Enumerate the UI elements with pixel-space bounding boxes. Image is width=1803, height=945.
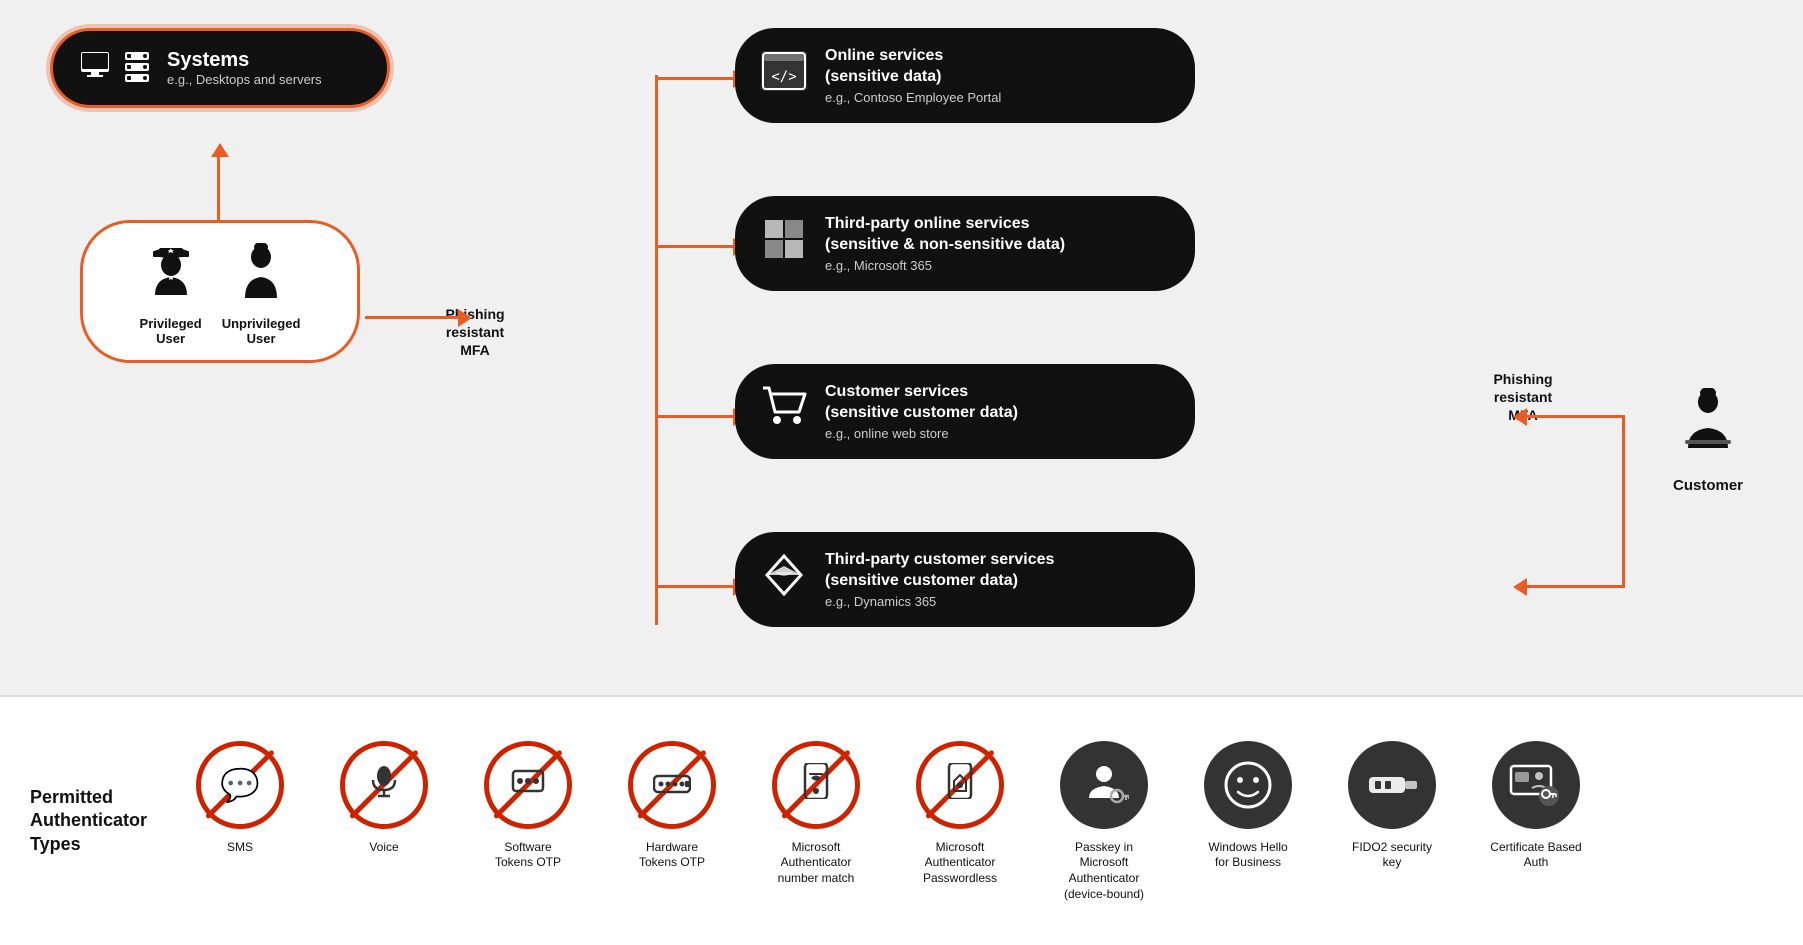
arrow-right-main: [365, 316, 460, 319]
phishing-label-left: PhishingresistantMFA: [420, 305, 530, 360]
cust-h-arrow-1: [1525, 415, 1625, 418]
ms-pass-label: MicrosoftAuthenticatorPasswordless: [923, 840, 997, 887]
main-container: Systems e.g., Desktops and servers: [0, 0, 1803, 945]
h-arrow-service-4: [655, 585, 735, 588]
service-icon-2: [759, 216, 809, 270]
systems-box: Systems e.g., Desktops and servers: [50, 28, 390, 108]
cba-label: Certificate BasedAuth: [1490, 840, 1581, 871]
users-box: PrivilegedUser: [80, 220, 360, 363]
unprivileged-user-label: UnprivilegedUser: [222, 316, 301, 346]
auth-item-passkey: Passkey inMicrosoftAuthenticator(device-…: [1044, 740, 1164, 902]
whfb-label: Windows Hellofor Business: [1208, 840, 1287, 871]
service-title-1: Online services(sensitive data): [825, 46, 1001, 88]
soft-otp-label: SoftwareTokens OTP: [495, 840, 561, 871]
auth-icon-ms-pass: [915, 740, 1005, 830]
h-arrow-service-1: [655, 77, 735, 80]
sms-label: SMS: [227, 840, 253, 856]
ms-num-label: MicrosoftAuthenticatornumber match: [778, 840, 855, 887]
privileged-user-item: PrivilegedUser: [140, 243, 202, 346]
not-allowed-sms: 💬: [196, 741, 284, 829]
auth-items: 💬 SMS: [180, 740, 1773, 902]
users-row: PrivilegedUser: [140, 243, 301, 346]
cust-h-arrow-2: [1525, 585, 1625, 588]
service-subtitle-4: e.g., Dynamics 365: [825, 594, 1054, 609]
not-allowed-soft-otp: [484, 741, 572, 829]
vert-right-connector: [1622, 415, 1625, 588]
auth-icon-whfb: [1203, 740, 1293, 830]
not-allowed-hard-otp: [628, 741, 716, 829]
bottom-section: PermittedAuthenticatorTypes 💬 SMS: [0, 695, 1803, 945]
service-icon-3: [759, 384, 809, 438]
arrow-up: [217, 155, 220, 220]
auth-item-sms: 💬 SMS: [180, 740, 300, 856]
service-box-2: Third-party online services(sensitive & …: [735, 196, 1195, 291]
not-allowed-ms-pass: [916, 741, 1004, 829]
ms-pass-icon: [943, 763, 977, 807]
service-subtitle-1: e.g., Contoso Employee Portal: [825, 90, 1001, 105]
auth-item-voice: Voice: [324, 740, 444, 856]
service-text-2: Third-party online services(sensitive & …: [825, 214, 1065, 273]
customer-box: Customer: [1673, 388, 1743, 494]
service-text-1: Online services(sensitive data) e.g., Co…: [825, 46, 1001, 105]
auth-item-fido2: FIDO2 securitykey: [1332, 740, 1452, 871]
allowed-passkey: [1060, 741, 1148, 829]
ms-num-icon: [799, 763, 833, 807]
service-text-4: Third-party customer services(sensitive …: [825, 550, 1054, 609]
service-subtitle-3: e.g., online web store: [825, 426, 1018, 441]
service-subtitle-2: e.g., Microsoft 365: [825, 258, 1065, 273]
service-text-3: Customer services(sensitive customer dat…: [825, 382, 1018, 441]
privileged-user-label: PrivilegedUser: [140, 316, 202, 346]
auth-icon-ms-num: [771, 740, 861, 830]
service-title-4: Third-party customer services(sensitive …: [825, 550, 1054, 592]
auth-icon-soft-otp: [483, 740, 573, 830]
systems-icon: [81, 52, 151, 84]
vertical-connector: [655, 75, 658, 625]
allowed-cba: [1492, 741, 1580, 829]
service-box-4: Third-party customer services(sensitive …: [735, 532, 1195, 627]
auth-item-hard-otp: HardwareTokens OTP: [612, 740, 732, 871]
h-arrow-service-2: [655, 245, 735, 248]
voice-label: Voice: [369, 840, 398, 856]
systems-title: Systems: [167, 49, 322, 72]
customer-icon: [1673, 388, 1743, 471]
allowed-fido2: [1348, 741, 1436, 829]
systems-text: Systems e.g., Desktops and servers: [167, 49, 322, 87]
fido2-label: FIDO2 securitykey: [1352, 840, 1432, 871]
service-title-3: Customer services(sensitive customer dat…: [825, 382, 1018, 424]
sms-icon: 💬: [220, 766, 260, 804]
voice-icon: [367, 764, 401, 806]
auth-icon-passkey: [1059, 740, 1149, 830]
customer-label: Customer: [1673, 477, 1743, 494]
diagram-area: Systems e.g., Desktops and servers: [0, 0, 1803, 695]
auth-item-ms-num: MicrosoftAuthenticatornumber match: [756, 740, 876, 887]
service-box-3: Customer services(sensitive customer dat…: [735, 364, 1195, 459]
service-box-1: </> Online services(sensitive data) e.g.…: [735, 28, 1195, 123]
soft-otp-icon: [511, 766, 545, 803]
hard-otp-label: HardwareTokens OTP: [639, 840, 705, 871]
unprivileged-user-item: UnprivilegedUser: [222, 243, 301, 346]
auth-icon-hard-otp: [627, 740, 717, 830]
auth-item-soft-otp: SoftwareTokens OTP: [468, 740, 588, 871]
auth-icon-sms: 💬: [195, 740, 285, 830]
auth-icon-fido2: [1347, 740, 1437, 830]
auth-item-cba: Certificate BasedAuth: [1476, 740, 1596, 871]
auth-item-ms-pass: MicrosoftAuthenticatorPasswordless: [900, 740, 1020, 887]
auth-icon-voice: [339, 740, 429, 830]
systems-subtitle: e.g., Desktops and servers: [167, 72, 322, 87]
service-icon-4: [759, 552, 809, 606]
privileged-user-icon: [145, 243, 197, 312]
permitted-label: PermittedAuthenticatorTypes: [30, 786, 160, 856]
auth-item-whfb: Windows Hellofor Business: [1188, 740, 1308, 871]
auth-icon-cba: [1491, 740, 1581, 830]
unprivileged-user-icon: [235, 243, 287, 312]
not-allowed-voice: [340, 741, 428, 829]
svg-text:</>: </>: [771, 69, 796, 85]
service-title-2: Third-party online services(sensitive & …: [825, 214, 1065, 256]
not-allowed-ms-num: [772, 741, 860, 829]
h-arrow-service-3: [655, 415, 735, 418]
hard-otp-icon: [653, 766, 691, 803]
allowed-whfb: [1204, 741, 1292, 829]
passkey-label: Passkey inMicrosoftAuthenticator(device-…: [1064, 840, 1144, 902]
service-icon-1: </>: [759, 51, 809, 99]
